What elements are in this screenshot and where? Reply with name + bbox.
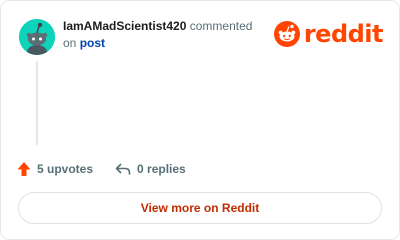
reddit-logo-icon xyxy=(273,21,300,47)
reply-arrow-icon xyxy=(115,163,131,175)
username[interactable]: IamAMadScientist420 xyxy=(63,19,186,33)
user-avatar[interactable] xyxy=(19,19,55,55)
replies-count: 0 replies xyxy=(137,162,186,176)
upvotes-count: 5 upvotes xyxy=(37,162,94,176)
comment-embed-card: IamAMadScientist420 commented on post re… xyxy=(0,0,400,240)
view-more-button[interactable]: View more on Reddit xyxy=(18,192,382,224)
reddit-logo[interactable]: reddit xyxy=(273,20,384,48)
replies-stat[interactable]: 0 replies xyxy=(115,162,186,176)
comment-header: IamAMadScientist420 commented on post xyxy=(63,18,273,52)
snoo-avatar-icon xyxy=(19,19,55,55)
reddit-wordmark: reddit xyxy=(303,20,384,48)
on-text: on xyxy=(63,36,77,50)
upvote-arrow-icon xyxy=(17,162,31,176)
commented-text: commented xyxy=(189,19,253,33)
thread-line xyxy=(36,61,38,145)
post-link[interactable]: post xyxy=(80,36,105,50)
upvotes-stat[interactable]: 5 upvotes xyxy=(17,161,93,177)
comment-stats: 5 upvotes 0 replies xyxy=(17,159,186,179)
